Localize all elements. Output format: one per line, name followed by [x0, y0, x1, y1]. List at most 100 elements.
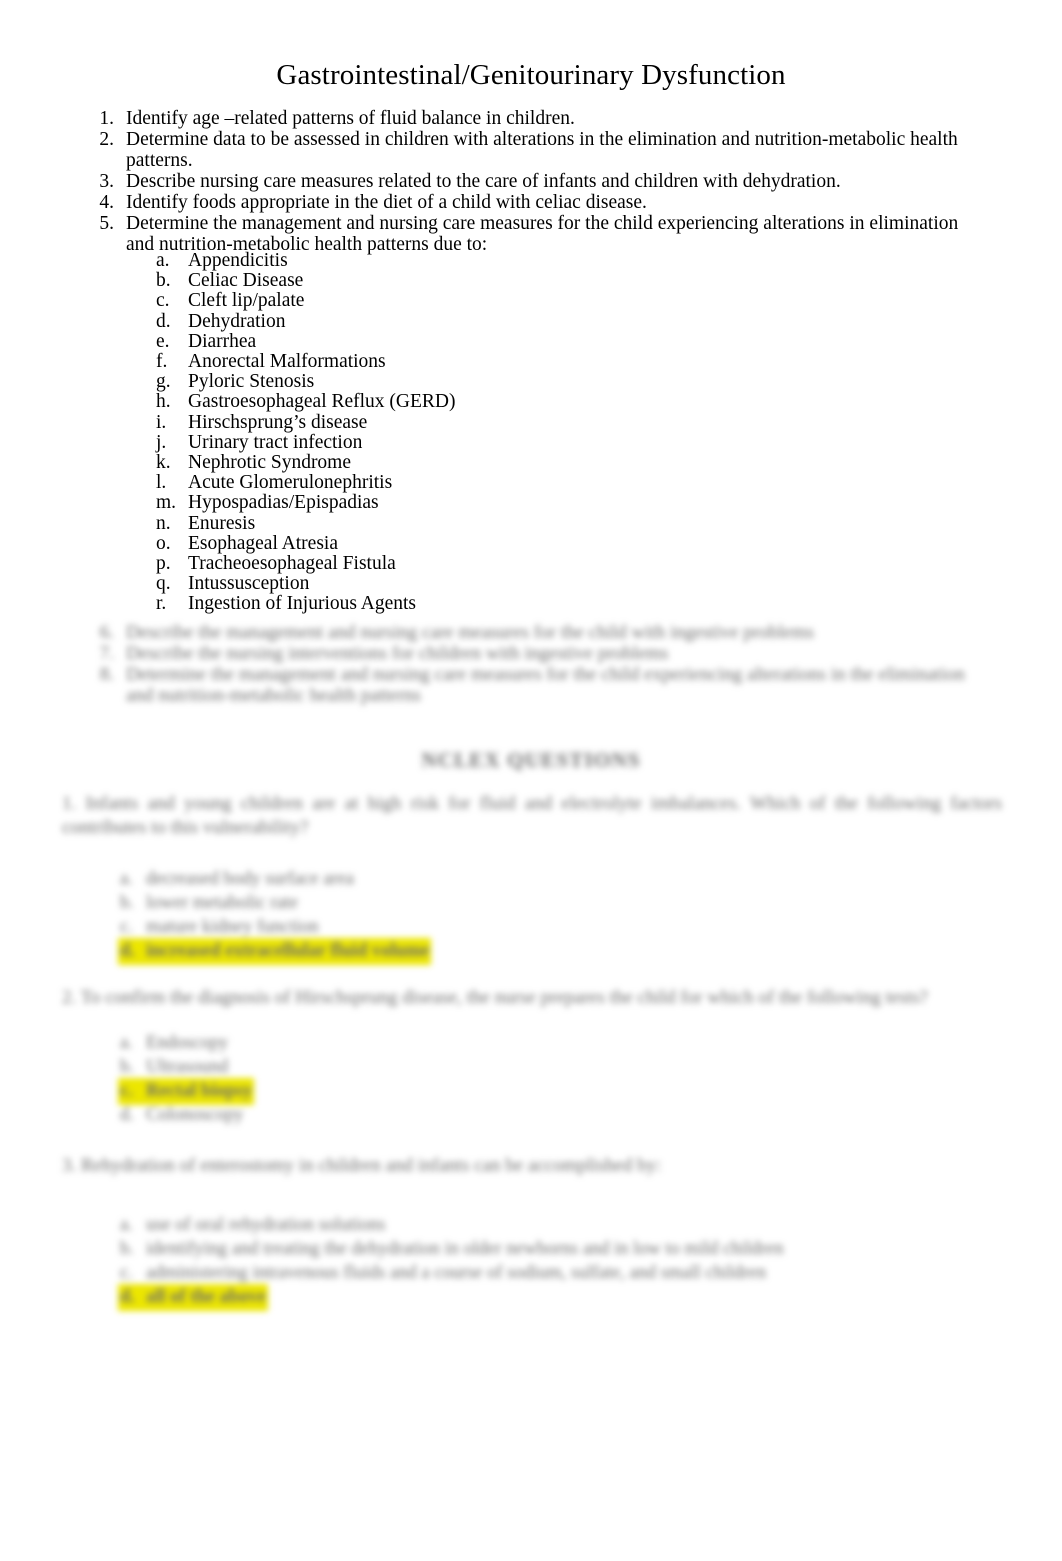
condition-label: Pyloric Stenosis — [188, 371, 315, 393]
condition-letter: l. — [156, 472, 167, 494]
nclex-question: 2. To confirm the diagnosis of Hirschspr… — [62, 986, 1002, 1128]
condition-letter: e. — [156, 330, 170, 352]
condition-label: Enuresis — [188, 512, 256, 534]
objective-number: 1. — [99, 108, 114, 129]
condition-label: Anorectal Malformations — [188, 351, 386, 373]
objective-number: 4. — [99, 192, 114, 213]
question-stem: 1. Infants and young children are at hig… — [62, 792, 1002, 840]
condition-label: Tracheoesophageal Fistula — [188, 553, 396, 575]
condition-item: p. Tracheoesophageal Fistula — [150, 553, 850, 575]
condition-item: e. Diarrhea — [150, 330, 850, 352]
objective-item: 7. Describe the nursing interventions fo… — [88, 643, 988, 664]
condition-letter: r. — [156, 593, 167, 615]
answer-option[interactable]: d. Colonoscopy — [120, 1104, 1002, 1127]
condition-label: Urinary tract infection — [188, 431, 363, 453]
option-text: use of oral rehydration solutions — [146, 1215, 386, 1235]
objective-item: 6. Describe the management and nursing c… — [88, 622, 988, 643]
condition-item: b. Celiac Disease — [150, 271, 850, 291]
answer-option[interactable]: b. Ultrasound — [120, 1056, 1002, 1079]
nclex-question: 1. Infants and young children are at hig… — [62, 792, 1002, 964]
objective-item: 1. Identify age –related patterns of flu… — [88, 108, 988, 129]
answer-option[interactable]: c. administering intravenous fluids and … — [120, 1262, 1002, 1285]
condition-label: Diarrhea — [188, 330, 257, 352]
condition-letter: q. — [156, 573, 171, 595]
condition-letter: a. — [156, 250, 170, 271]
objective-text: Determine the management and nursing car… — [126, 664, 965, 706]
answer-option[interactable]: c. mature kidney function — [120, 916, 1002, 939]
question-stem: 2. To confirm the diagnosis of Hirschspr… — [62, 986, 1002, 1010]
condition-item: c. Cleft lip/palate — [150, 291, 850, 311]
condition-item: k. Nephrotic Syndrome — [150, 452, 850, 474]
condition-label: Intussusception — [188, 573, 310, 595]
option-text: Endoscopy — [146, 1033, 229, 1053]
condition-label: Gastroesophageal Reflux (GERD) — [188, 391, 456, 413]
answer-option[interactable]: b. identifying and treating the dehydrat… — [120, 1238, 1002, 1261]
condition-label: Esophageal Atresia — [188, 532, 338, 554]
condition-letter: p. — [156, 553, 171, 575]
question-number: 2. — [62, 987, 77, 1008]
condition-item: n. Enuresis — [150, 512, 850, 534]
condition-label: Appendicitis — [188, 250, 288, 271]
answer-option-highlighted[interactable]: d. increased extracellular fluid volume — [120, 940, 1002, 963]
option-letter: a. — [120, 1215, 133, 1235]
condition-item: g. Pyloric Stenosis — [150, 372, 850, 392]
condition-letter: b. — [156, 270, 171, 292]
answer-option-highlighted[interactable]: d. all of the above — [120, 1286, 1002, 1309]
condition-label: Hirschsprung’s disease — [188, 411, 368, 433]
condition-letter: i. — [156, 411, 167, 433]
condition-label: Acute Glomerulonephritis — [188, 472, 393, 494]
question-text: To confirm the diagnosis of Hirschsprung… — [80, 987, 928, 1008]
condition-item: j. Urinary tract infection — [150, 431, 850, 453]
objective-number: 8. — [99, 664, 114, 685]
answer-option[interactable]: a. use of oral rehydration solutions — [120, 1214, 1002, 1237]
objective-number: 5. — [99, 213, 114, 234]
option-text: administering intravenous fluids and a c… — [146, 1263, 767, 1283]
objective-text: Identify age –related patterns of fluid … — [126, 108, 575, 129]
objective-item: 2. Determine data to be assessed in chil… — [88, 129, 988, 171]
answer-option-highlighted[interactable]: c. Rectal biopsy — [120, 1080, 1002, 1103]
condition-letter: g. — [156, 371, 171, 393]
option-text: decreased body surface area — [146, 869, 354, 889]
condition-label: Hypospadias/Epispadias — [188, 492, 379, 514]
condition-letter: m. — [156, 492, 177, 514]
option-text: Ultrasound — [146, 1057, 229, 1077]
objective-item: 8. Determine the management and nursing … — [88, 664, 988, 706]
option-letter: b. — [120, 1057, 134, 1077]
option-text: Rectal biopsy — [146, 1080, 253, 1103]
answer-options: a. decreased body surface area b. lower … — [120, 868, 1002, 963]
question-text: Infants and young children are at high r… — [62, 793, 1002, 838]
option-letter: d. — [120, 1105, 134, 1125]
nclex-section-header: NCLEX QUESTIONS — [421, 748, 641, 772]
document-page: Gastrointestinal/Genitourinary Dysfuncti… — [0, 0, 1062, 1561]
answer-option[interactable]: a. decreased body surface area — [120, 868, 1002, 891]
answer-option[interactable]: b. lower metabolic rate — [120, 892, 1002, 915]
objective-text: Determine the management and nursing car… — [126, 213, 959, 255]
answer-options: a. use of oral rehydration solutions b. … — [120, 1214, 1002, 1309]
condition-label: Nephrotic Syndrome — [188, 452, 352, 474]
objective-item: 4. Identify foods appropriate in the die… — [88, 192, 988, 213]
condition-letter: o. — [156, 532, 171, 554]
page-title: Gastrointestinal/Genitourinary Dysfuncti… — [276, 59, 786, 91]
objective-text: Describe nursing care measures related t… — [126, 171, 841, 192]
condition-item: h. Gastroesophageal Reflux (GERD) — [150, 392, 850, 412]
condition-item: l. Acute Glomerulonephritis — [150, 473, 850, 493]
answer-option[interactable]: a. Endoscopy — [120, 1032, 1002, 1055]
option-text: identifying and treating the dehydration… — [146, 1239, 784, 1259]
option-text: Colonoscopy — [146, 1105, 244, 1125]
question-number: 1. — [62, 793, 77, 814]
condition-letter: f. — [156, 351, 168, 373]
option-letter: c. — [120, 1263, 133, 1283]
condition-letter: k. — [156, 452, 171, 474]
objective-text: Determine data to be assessed in childre… — [126, 129, 958, 171]
option-letter: a. — [120, 1033, 133, 1053]
condition-letter: n. — [156, 512, 171, 534]
condition-item: q. Intussusception — [150, 574, 850, 594]
objective-number: 7. — [99, 643, 114, 664]
condition-letter: d. — [156, 310, 171, 332]
question-text: Rehydration of enterostomy in children a… — [81, 1155, 662, 1176]
condition-item: d. Dehydration — [150, 310, 850, 332]
option-letter: a. — [120, 869, 133, 889]
option-letter: b. — [120, 1239, 134, 1259]
question-number: 3. — [62, 1155, 77, 1176]
option-text: lower metabolic rate — [146, 893, 299, 913]
